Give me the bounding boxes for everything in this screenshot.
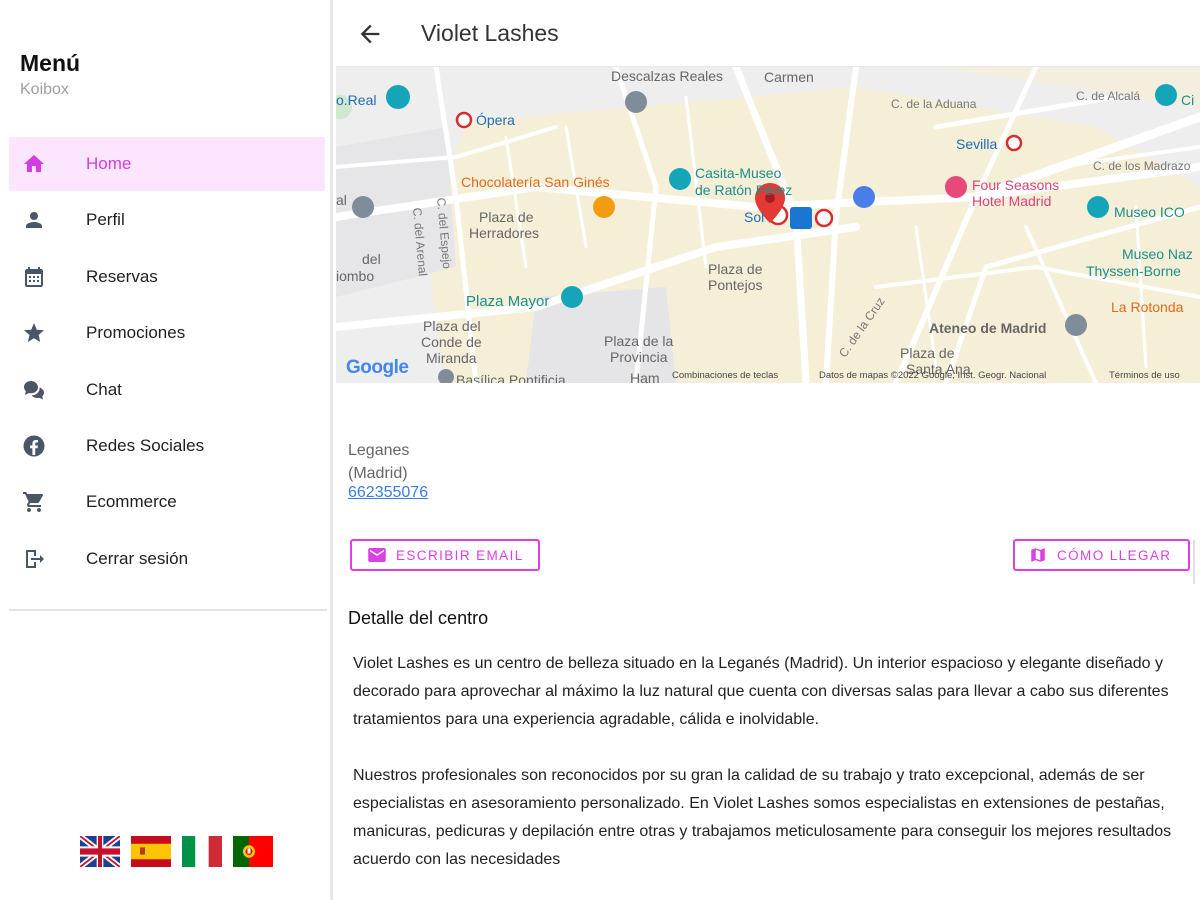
sidebar-item-promociones[interactable]: Promociones bbox=[9, 306, 325, 360]
directions-label: CÓMO LLEGAR bbox=[1057, 547, 1172, 563]
sidebar-item-redes-sociales[interactable]: Redes Sociales bbox=[9, 419, 325, 473]
sidebar-item-home[interactable]: Home bbox=[9, 137, 325, 191]
page-title: Violet Lashes bbox=[421, 20, 559, 46]
italy-flag-icon[interactable] bbox=[182, 836, 222, 867]
detail-title: Detalle del centro bbox=[348, 608, 489, 628]
map-terms-link[interactable]: Términos de uso bbox=[1109, 370, 1180, 381]
map-label: iombo bbox=[336, 268, 375, 284]
sidebar-item-label: Ecommerce bbox=[86, 492, 177, 512]
sidebar-item-label: Reservas bbox=[86, 266, 158, 286]
map-label: Thyssen-Borne bbox=[1086, 263, 1181, 279]
address: Leganes (Madrid) bbox=[348, 440, 409, 485]
map-label: C. de Alcalá bbox=[1076, 89, 1141, 103]
address-line: Leganes bbox=[348, 442, 410, 459]
star-icon bbox=[21, 320, 47, 346]
google-logo-text: Google bbox=[346, 357, 409, 378]
back-arrow-icon[interactable] bbox=[356, 20, 384, 48]
map-label: Provincia bbox=[610, 349, 668, 365]
language-selector bbox=[80, 836, 273, 867]
map-label: Sol bbox=[744, 209, 765, 225]
map-label: Ham bbox=[630, 370, 660, 384]
sidebar-item-cerrar-sesion[interactable]: Cerrar sesión bbox=[9, 532, 325, 586]
map-label: Miranda bbox=[426, 350, 477, 366]
sidebar-item-label: Redes Sociales bbox=[86, 435, 205, 455]
person-icon bbox=[21, 207, 47, 233]
location-map[interactable]: Descalzas Reales Carmen o.Real Ópera C. … bbox=[336, 67, 1200, 383]
menu-title: Menú bbox=[20, 50, 81, 76]
map-label: Ateneo de Madrid bbox=[929, 320, 1047, 336]
facebook-icon bbox=[21, 433, 47, 459]
description-paragraph: Violet Lashes es un centro de belleza si… bbox=[353, 655, 1169, 728]
map-label: Descalzas Reales bbox=[611, 68, 724, 84]
sidebar-divider bbox=[9, 609, 327, 611]
sidebar: Menú Koibox Home Perfil Reservas Promoci… bbox=[0, 0, 333, 900]
map-label: Herradores bbox=[469, 225, 540, 241]
map-label: de Ratón Pérez bbox=[695, 182, 793, 198]
map-label: Four Seasons bbox=[972, 177, 1060, 193]
map-label: Hotel Madrid bbox=[972, 193, 1052, 209]
address-line: (Madrid) bbox=[348, 464, 408, 482]
phone-link[interactable]: 662355076 bbox=[348, 484, 428, 502]
map-label: del bbox=[362, 251, 381, 267]
sidebar-nav: Home Perfil Reservas Promociones Chat Re… bbox=[9, 137, 325, 588]
map-attribution: Datos de mapas ©2022 Google, Inst. Geogr… bbox=[819, 370, 1047, 381]
map-label: Pontejos bbox=[708, 277, 763, 293]
sidebar-item-ecommerce[interactable]: Ecommerce bbox=[9, 475, 325, 529]
map-label: C. de la Aduana bbox=[891, 97, 977, 111]
map-label: Plaza de la bbox=[604, 333, 674, 349]
map-label: Plaza del bbox=[423, 318, 481, 334]
map-label: Museo ICO bbox=[1114, 204, 1185, 220]
map-label: La Rotonda bbox=[1111, 299, 1184, 315]
sidebar-item-label: Cerrar sesión bbox=[86, 548, 189, 568]
google-logo: Google bbox=[346, 357, 409, 379]
map-label: Carmen bbox=[764, 69, 814, 85]
map-label: C. de los Madrazo bbox=[1093, 159, 1191, 173]
email-icon bbox=[368, 548, 386, 562]
map-label: Plaza Mayor bbox=[466, 293, 550, 310]
map-shortcuts-link[interactable]: Combinaciones de teclas bbox=[672, 370, 778, 381]
write-email-label: ESCRIBIR EMAIL bbox=[396, 547, 524, 563]
spain-flag-icon[interactable] bbox=[131, 836, 171, 867]
sidebar-item-label: Chat bbox=[86, 379, 122, 399]
map-label: Museo Naz bbox=[1122, 246, 1193, 262]
sidebar-item-reservas[interactable]: Reservas bbox=[9, 250, 325, 304]
map-icon bbox=[1031, 548, 1045, 562]
map-label: Ópera bbox=[476, 112, 515, 128]
cart-icon bbox=[21, 489, 47, 515]
write-email-button[interactable]: ESCRIBIR EMAIL bbox=[350, 539, 540, 571]
sidebar-item-perfil[interactable]: Perfil bbox=[9, 193, 325, 247]
portugal-flag-icon[interactable] bbox=[233, 836, 273, 867]
map-label: Sevilla bbox=[956, 136, 998, 152]
home-icon bbox=[21, 151, 47, 177]
sidebar-item-label: Home bbox=[86, 154, 132, 173]
sidebar-item-label: Perfil bbox=[86, 210, 125, 230]
directions-button[interactable]: CÓMO LLEGAR bbox=[1013, 539, 1190, 571]
map-label: Plaza de bbox=[900, 345, 955, 361]
map-label: Plaza de bbox=[708, 261, 763, 277]
uk-flag-icon[interactable] bbox=[80, 836, 120, 867]
logout-icon bbox=[21, 546, 47, 572]
top-app-bar: Violet Lashes bbox=[336, 0, 1200, 67]
map-label: Basílica Pontificia bbox=[456, 372, 566, 384]
menu-subtitle: Koibox bbox=[20, 81, 69, 98]
map-label: Casita-Museo bbox=[695, 165, 782, 181]
sidebar-item-label: Promociones bbox=[86, 323, 186, 343]
map-label: Chocolatería San Ginés bbox=[461, 174, 610, 190]
map-label: o.Real bbox=[336, 92, 377, 108]
map-label: Plaza de bbox=[479, 209, 534, 225]
center-description: Violet Lashes es un centro de belleza si… bbox=[353, 650, 1183, 900]
map-label: Conde de bbox=[421, 334, 482, 350]
scroll-edge bbox=[1193, 540, 1195, 584]
map-label: Ci bbox=[1181, 92, 1195, 108]
sidebar-item-chat[interactable]: Chat bbox=[9, 363, 325, 417]
chat-icon bbox=[21, 377, 47, 403]
map-label: al bbox=[336, 192, 347, 208]
calendar-icon bbox=[21, 264, 47, 290]
description-paragraph: Nuestros profesionales son reconocidos p… bbox=[353, 767, 1172, 868]
